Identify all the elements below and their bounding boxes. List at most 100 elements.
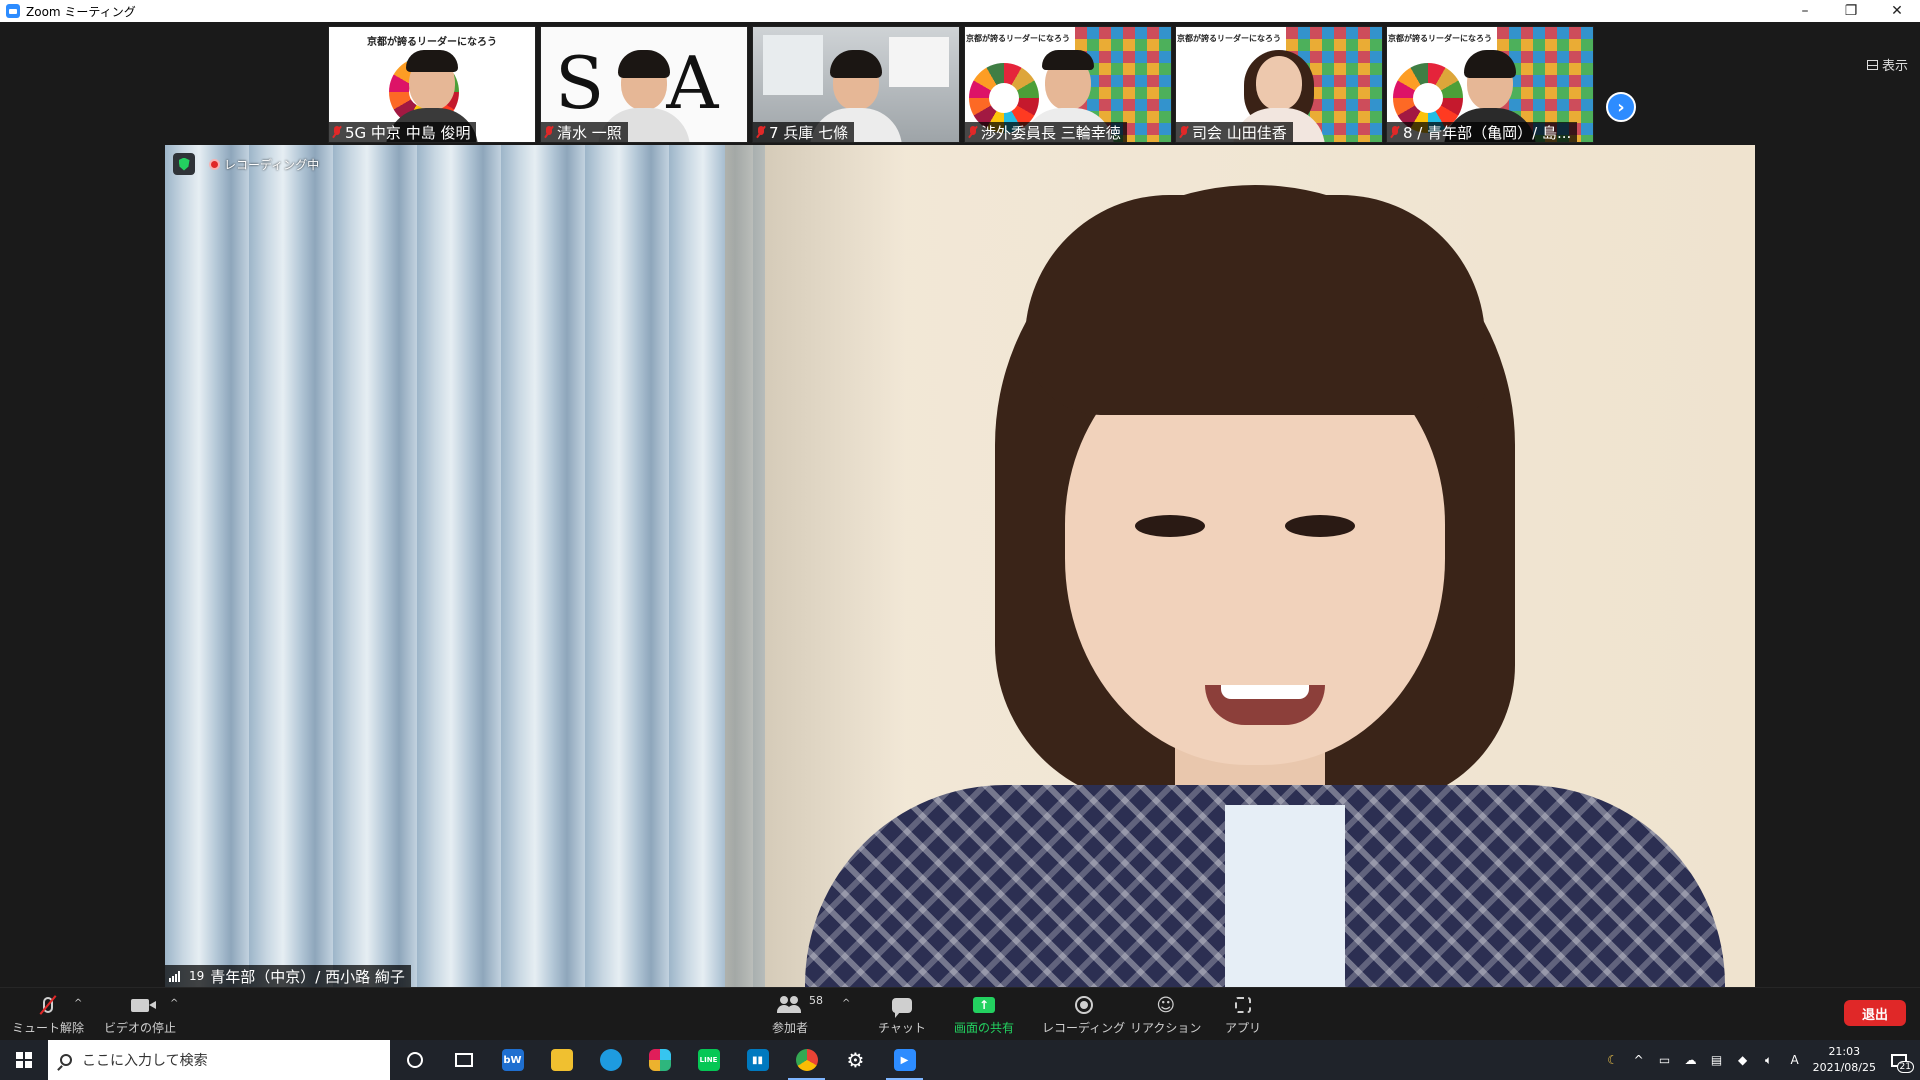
participant-thumbnail[interactable]: 7 兵庫 七條 bbox=[752, 26, 960, 143]
zoom-taskbar-button[interactable]: ▶ bbox=[880, 1040, 929, 1080]
task-view-icon bbox=[454, 1053, 473, 1067]
share-screen-button[interactable]: ↑ 画面の共有 bbox=[954, 992, 1014, 1036]
network-icon[interactable]: ▤ bbox=[1709, 1053, 1725, 1067]
restore-button[interactable]: ❐ bbox=[1828, 0, 1874, 22]
grid-icon bbox=[1866, 59, 1878, 70]
meeting-toolbar: ミュート解除 ^ ビデオの停止 ^ 58 参加者 ^ チャット ↑ 画面の共有 … bbox=[0, 987, 1920, 1040]
apps-button[interactable]: アプリ bbox=[1225, 992, 1261, 1036]
speaker-name-tag: 19 青年部（中京）/ 西小路 絢子 bbox=[165, 965, 411, 987]
record-label: レコーディング bbox=[1042, 1021, 1126, 1035]
share-screen-label: 画面の共有 bbox=[954, 1021, 1015, 1035]
taskbar-search-input[interactable]: ここに入力して検索 bbox=[48, 1040, 390, 1080]
camera-icon bbox=[131, 998, 156, 1012]
speaker-name: 青年部（中京）/ 西小路 絢子 bbox=[210, 967, 405, 986]
mic-muted-icon bbox=[545, 126, 553, 138]
chat-button[interactable]: チャット bbox=[878, 992, 926, 1036]
participant-thumbnail[interactable]: 京都が誇るリーダーになろう 8 / 青年部（亀岡）/ 島... bbox=[1386, 26, 1594, 143]
ime-indicator[interactable]: A bbox=[1787, 1053, 1803, 1067]
folder-icon bbox=[550, 1049, 573, 1071]
chevron-up-icon[interactable]: ^ bbox=[842, 998, 850, 1009]
clock[interactable]: 21:03 2021/08/25 bbox=[1813, 1044, 1876, 1076]
leave-meeting-button[interactable]: 退出 bbox=[1844, 1000, 1906, 1026]
speaker-person bbox=[805, 185, 1725, 987]
volume-icon[interactable]: 🔈︎ bbox=[1761, 1053, 1777, 1067]
cloud-icon[interactable]: ☁ bbox=[1683, 1053, 1699, 1067]
trello-icon: ▮▮ bbox=[746, 1049, 769, 1071]
participants-icon bbox=[777, 996, 803, 1014]
clock-date: 2021/08/25 bbox=[1812, 1061, 1876, 1074]
windows-taskbar: ここに入力して検索 bW LINE ▮▮ ⚙ ▶ ☾ ^ ▭ ☁ ▤ ◆ 🔈︎ … bbox=[0, 1040, 1920, 1080]
windows-logo-icon bbox=[16, 1052, 32, 1068]
next-page-button[interactable]: › bbox=[1606, 92, 1636, 122]
curtain-background bbox=[165, 145, 765, 987]
recording-label: レコーディング中 bbox=[224, 158, 320, 172]
office-window bbox=[763, 35, 823, 95]
search-placeholder: ここに入力して検索 bbox=[82, 1053, 208, 1069]
chevron-up-icon[interactable]: ^ bbox=[1631, 1053, 1647, 1067]
participant-name: 5G 中京 中島 俊明 bbox=[329, 122, 477, 142]
unmute-label: ミュート解除 bbox=[12, 1021, 85, 1035]
notification-center-button[interactable]: 21 bbox=[1886, 1049, 1914, 1073]
participant-name: 7 兵庫 七條 bbox=[753, 122, 855, 142]
speaker-number: 19 bbox=[189, 969, 205, 983]
chrome-icon bbox=[795, 1049, 818, 1071]
start-button[interactable] bbox=[0, 1040, 48, 1080]
dropbox-icon[interactable]: ◆ bbox=[1735, 1053, 1751, 1067]
close-button[interactable]: ✕ bbox=[1874, 0, 1920, 22]
slide-title: 京都が誇るリーダーになろう bbox=[1177, 34, 1281, 43]
participant-name: 渉外委員長 三輪幸徳 bbox=[965, 122, 1127, 142]
stop-video-label: ビデオの停止 bbox=[104, 1021, 177, 1035]
active-speaker-video: レコーディング中 19 青年部（中京）/ 西小路 絢子 bbox=[165, 145, 1755, 987]
file-explorer-button[interactable] bbox=[537, 1040, 586, 1080]
participant-thumbnail[interactable]: 京都が誇るリーダーになろう 司会 山田佳香 bbox=[1175, 26, 1383, 143]
record-button[interactable]: レコーディング bbox=[1042, 992, 1125, 1036]
slide-title: 京都が誇るリーダーになろう bbox=[1388, 34, 1492, 43]
zoom-app-icon bbox=[6, 4, 20, 18]
edge-button[interactable] bbox=[586, 1040, 635, 1080]
recording-indicator[interactable]: レコーディング中 bbox=[209, 156, 319, 173]
settings-button[interactable]: ⚙ bbox=[831, 1040, 880, 1080]
display-icon[interactable]: ▭ bbox=[1657, 1053, 1673, 1067]
participants-count: 58 bbox=[809, 994, 823, 1007]
apps-icon bbox=[1235, 997, 1251, 1013]
shield-icon[interactable] bbox=[173, 153, 195, 175]
participants-button[interactable]: 58 参加者 bbox=[772, 992, 823, 1036]
participant-thumbnail[interactable]: 京都が誇るリーダーになろう 5G 中京 中島 俊明 bbox=[328, 26, 536, 143]
line-icon: LINE bbox=[697, 1049, 720, 1071]
slack-icon bbox=[648, 1049, 671, 1071]
moon-icon[interactable]: ☾ bbox=[1605, 1053, 1621, 1067]
stop-video-button[interactable]: ビデオの停止 bbox=[104, 992, 176, 1036]
smiley-icon: ☺ bbox=[1156, 994, 1176, 1016]
cortana-icon bbox=[406, 1052, 423, 1068]
notification-count: 21 bbox=[1896, 1061, 1914, 1073]
participant-name: 清水 一照 bbox=[541, 122, 628, 142]
reactions-button[interactable]: ☺ リアクション bbox=[1130, 992, 1201, 1036]
task-view-button[interactable] bbox=[439, 1040, 488, 1080]
slack-button[interactable] bbox=[635, 1040, 684, 1080]
chrome-button[interactable] bbox=[782, 1040, 831, 1080]
mic-muted-icon bbox=[333, 126, 341, 138]
chevron-up-icon[interactable]: ^ bbox=[74, 998, 82, 1009]
chevron-up-icon[interactable]: ^ bbox=[170, 998, 178, 1009]
clock-time: 21:03 bbox=[1828, 1045, 1861, 1058]
line-button[interactable]: LINE bbox=[684, 1040, 733, 1080]
bw-app-button[interactable]: bW bbox=[488, 1040, 537, 1080]
view-button[interactable]: 表示 bbox=[1866, 55, 1908, 74]
participant-thumbnail[interactable]: SA 清水 一照 bbox=[540, 26, 748, 143]
mic-muted-icon bbox=[1180, 126, 1188, 138]
window-title: Zoom ミーティング bbox=[26, 4, 136, 19]
view-label: 表示 bbox=[1881, 59, 1908, 74]
cortana-button[interactable] bbox=[390, 1040, 439, 1080]
chevron-right-icon: › bbox=[1617, 96, 1625, 118]
whiteboard bbox=[889, 37, 949, 87]
reactions-label: リアクション bbox=[1130, 1021, 1202, 1035]
mic-muted-icon bbox=[1391, 126, 1399, 138]
participant-thumbnail[interactable]: 京都が誇るリーダーになろう 渉外委員長 三輪幸徳 bbox=[964, 26, 1172, 143]
record-icon bbox=[1074, 996, 1093, 1014]
minimize-button[interactable]: – bbox=[1782, 0, 1828, 22]
mic-muted-icon bbox=[757, 126, 765, 138]
system-tray: ☾ ^ ▭ ☁ ▤ ◆ 🔈︎ A 21:03 2021/08/25 21 bbox=[1605, 1040, 1920, 1080]
trello-button[interactable]: ▮▮ bbox=[733, 1040, 782, 1080]
bw-app-icon: bW bbox=[501, 1049, 524, 1071]
search-icon bbox=[60, 1054, 72, 1066]
